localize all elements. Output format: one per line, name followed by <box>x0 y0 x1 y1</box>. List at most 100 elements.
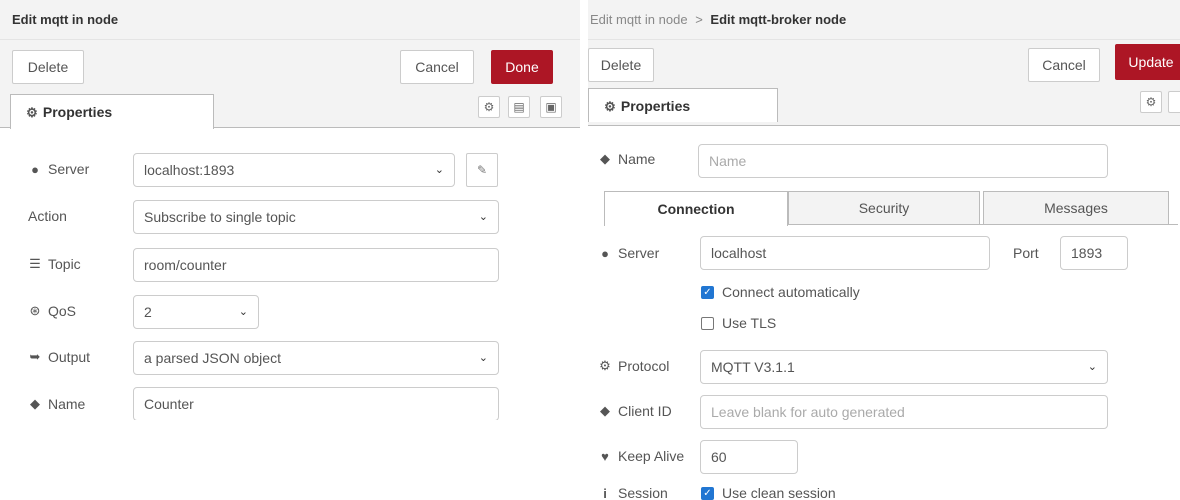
gear-icon: ⚙ <box>1145 95 1157 109</box>
gear-icon: ⚙ <box>599 358 611 373</box>
tab-properties-label: Properties <box>42 104 113 120</box>
use-tls-checkbox[interactable]: Use TLS <box>701 315 776 331</box>
connect-automatically-label: Connect automatically <box>722 284 860 300</box>
tab-properties-label: Properties <box>620 98 691 114</box>
delete-button[interactable]: Delete <box>588 48 654 82</box>
topic-label: ☰ Topic <box>28 256 81 272</box>
action-label-text: Action <box>28 208 67 224</box>
node-settings-button[interactable]: ⚙ <box>478 96 500 118</box>
info-icon: i <box>603 485 607 500</box>
gear-icon: ⚙ <box>483 100 495 114</box>
use-tls-label: Use TLS <box>722 315 777 331</box>
protocol-select-value: MQTT V3.1.1 <box>711 359 795 375</box>
tab-security[interactable]: Security <box>788 191 980 225</box>
connect-automatically-checkbox[interactable]: ✓ Connect automatically <box>701 284 860 300</box>
output-label-text: Output <box>48 349 91 365</box>
topic-input[interactable]: room/counter <box>133 248 499 282</box>
tag-icon: ◆ <box>600 151 610 166</box>
description-button[interactable] <box>1168 91 1180 113</box>
editor-toolbar: Delete Cancel Update <box>588 40 1180 90</box>
clean-session-label: Use clean session <box>722 485 836 500</box>
port-input[interactable]: 1893 <box>1060 236 1128 270</box>
list-icon: ☰ <box>29 256 41 271</box>
server-select[interactable]: localhost:1893 ⌄ <box>133 153 455 187</box>
tab-properties[interactable]: ⚙ Properties <box>10 94 214 129</box>
output-label: ➥ Output <box>28 349 90 365</box>
pencil-icon: ✎ <box>476 163 488 177</box>
qos-icon: ⊛ <box>29 303 41 318</box>
globe-icon: ● <box>601 245 609 261</box>
gear-icon: ⚙ <box>604 99 616 114</box>
heart-icon: ♥ <box>601 448 609 464</box>
edit-server-button[interactable]: ✎ <box>466 153 498 187</box>
editor-tabbar: ⚙ Properties ⚙ ▤ ▣ <box>0 90 580 129</box>
checkbox-box <box>701 316 714 330</box>
broker-tabs: Connection Security Messages <box>604 189 1178 226</box>
qos-label-text: QoS <box>48 303 77 319</box>
port-label: Port <box>1013 245 1039 261</box>
server-label-text: Server <box>618 245 660 261</box>
protocol-select[interactable]: MQTT V3.1.1 ⌄ <box>700 350 1108 384</box>
clean-session-checkbox[interactable]: ✓ Use clean session <box>701 485 836 500</box>
gear-icon: ⚙ <box>26 105 38 120</box>
delete-button[interactable]: Delete <box>12 50 84 84</box>
qos-select[interactable]: 2 ⌄ <box>133 295 259 329</box>
keep-alive-label-text: Keep Alive <box>618 448 685 464</box>
done-button[interactable]: Done <box>491 50 553 84</box>
update-button[interactable]: Update <box>1115 44 1180 80</box>
topic-label-text: Topic <box>48 256 81 272</box>
breadcrumb-separator: > <box>695 12 703 27</box>
client-id-label: ◆ Client ID <box>598 403 672 419</box>
name-label: ◆ Name <box>598 151 655 167</box>
tab-messages[interactable]: Messages <box>983 191 1169 225</box>
breadcrumb-parent[interactable]: Edit mqtt in node <box>590 12 688 27</box>
qos-label: ⊛ QoS <box>28 303 76 319</box>
output-select-value: a parsed JSON object <box>144 350 281 366</box>
qos-select-value: 2 <box>144 304 152 320</box>
chevron-down-icon: ⌄ <box>238 306 248 318</box>
server-label: ● Server <box>28 161 89 177</box>
appearance-button[interactable]: ▣ <box>540 96 562 118</box>
breadcrumb: Edit mqtt in node > Edit mqtt-broker nod… <box>588 0 1180 40</box>
session-label: i Session <box>598 485 668 500</box>
name-label-text: Name <box>48 396 86 412</box>
check-icon: ✓ <box>701 486 714 500</box>
check-icon: ✓ <box>701 285 714 299</box>
server-select-value: localhost:1893 <box>144 162 235 178</box>
chevron-down-icon: ⌄ <box>1087 361 1097 373</box>
protocol-label: ⚙ Protocol <box>598 358 669 374</box>
tag-icon: ◆ <box>30 396 40 411</box>
description-button[interactable]: ▤ <box>508 96 530 118</box>
cancel-button[interactable]: Cancel <box>400 50 474 84</box>
name-input[interactable]: Counter <box>133 387 499 420</box>
description-icon: ▤ <box>513 100 525 114</box>
tab-properties[interactable]: ⚙ Properties <box>588 88 778 122</box>
client-id-input[interactable]: Leave blank for auto generated <box>700 395 1108 429</box>
breadcrumb-current: Edit mqtt-broker node <box>710 12 847 27</box>
server-input[interactable]: localhost <box>700 236 990 270</box>
action-label: Action <box>28 208 67 224</box>
chevron-down-icon: ⌄ <box>478 211 488 223</box>
appearance-icon: ▣ <box>545 100 557 114</box>
action-select-value: Subscribe to single topic <box>144 209 296 225</box>
output-select[interactable]: a parsed JSON object ⌄ <box>133 341 499 375</box>
editor-toolbar: Delete Cancel Done <box>0 40 580 90</box>
name-label-text: Name <box>618 151 656 167</box>
editor-title: Edit mqtt in node <box>0 0 580 40</box>
action-select[interactable]: Subscribe to single topic ⌄ <box>133 200 499 234</box>
globe-icon: ● <box>31 161 39 177</box>
name-label: ◆ Name <box>28 396 85 412</box>
client-id-label-text: Client ID <box>618 403 672 419</box>
node-settings-button[interactable]: ⚙ <box>1140 91 1162 113</box>
mqtt-broker-editor: Edit mqtt in node > Edit mqtt-broker nod… <box>588 0 1180 500</box>
cancel-button[interactable]: Cancel <box>1028 48 1100 82</box>
keep-alive-input[interactable]: 60 <box>700 440 798 474</box>
session-label-text: Session <box>618 485 668 500</box>
output-icon: ➥ <box>29 349 41 364</box>
name-input[interactable]: Name <box>698 144 1108 178</box>
tab-connection[interactable]: Connection <box>604 191 788 226</box>
chevron-down-icon: ⌄ <box>434 164 444 176</box>
server-label: ● Server <box>598 245 659 261</box>
mqtt-in-editor: Edit mqtt in node Delete Cancel Done ⚙ P… <box>0 0 580 420</box>
keep-alive-label: ♥ Keep Alive <box>598 448 684 464</box>
